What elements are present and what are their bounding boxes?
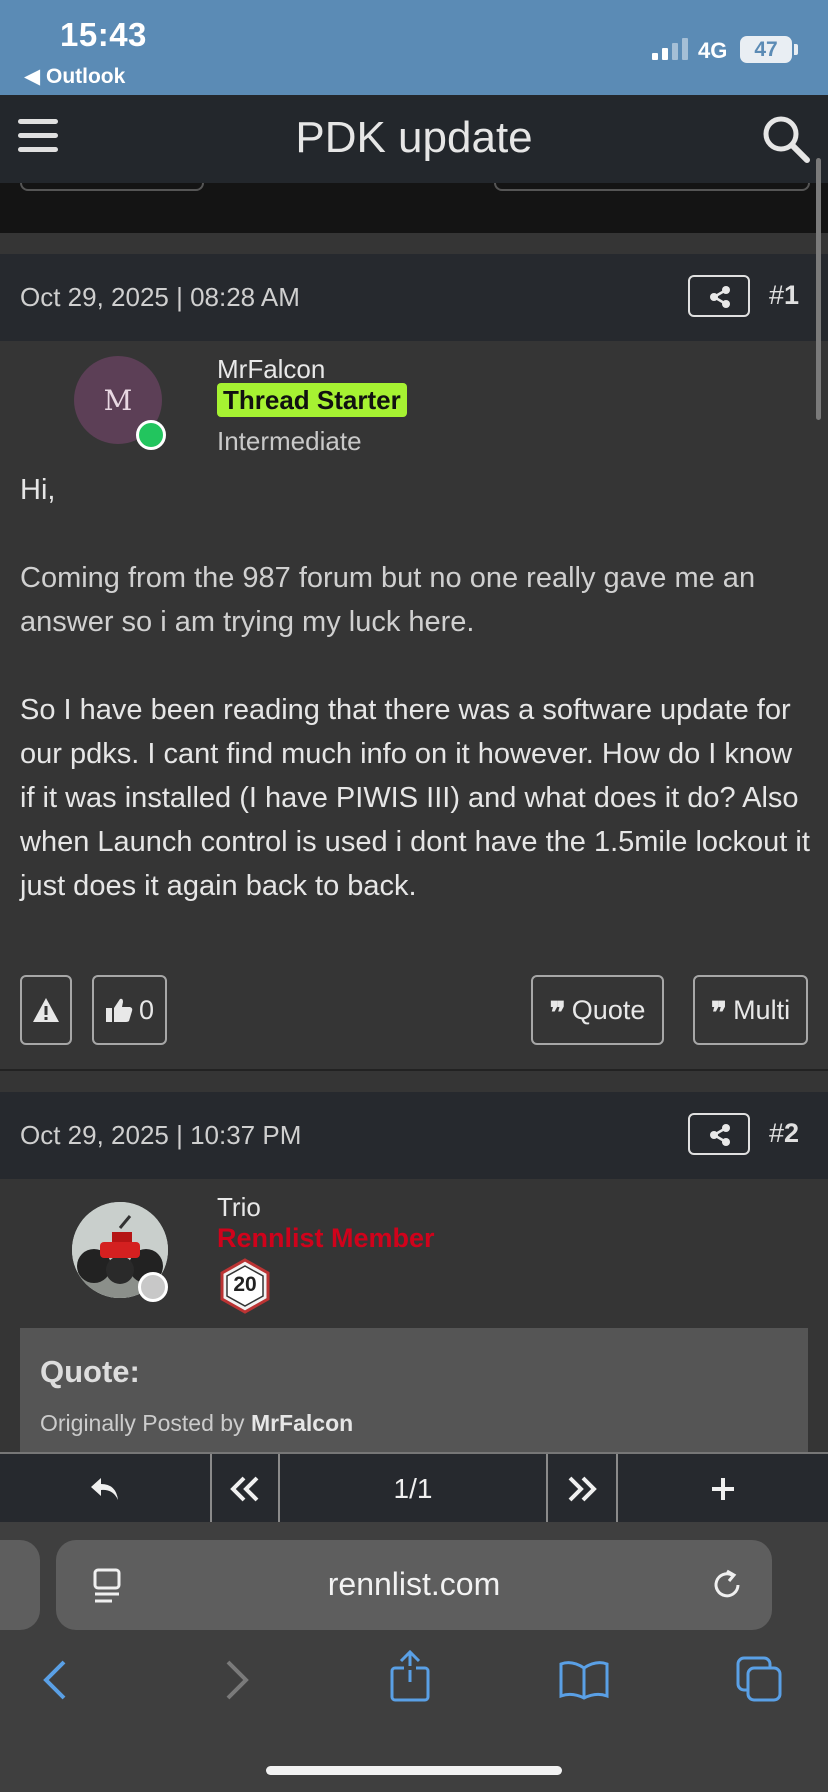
tabs-icon[interactable] — [736, 1656, 784, 1702]
battery-tip — [794, 44, 798, 55]
signal-icon — [652, 38, 688, 60]
plus-icon — [712, 1478, 734, 1500]
reload-icon[interactable] — [710, 1568, 744, 1602]
multi-quote-button[interactable]: ❞ Multi — [693, 975, 808, 1045]
share-button[interactable] — [688, 275, 750, 317]
post-count-badge: 20 — [218, 1258, 272, 1314]
warning-icon — [33, 998, 59, 1022]
author-name[interactable]: MrFalcon — [217, 354, 325, 385]
site-header: PDK update — [0, 95, 828, 183]
post-body: Hi, Coming from the 987 forum but no one… — [20, 468, 810, 908]
thumbs-up-icon — [105, 998, 133, 1022]
post-paragraph: So I have been reading that there was a … — [20, 694, 810, 902]
like-button[interactable]: 0 — [92, 975, 167, 1045]
page-title: PDK update — [295, 113, 533, 162]
quote-icon: ❞ — [549, 996, 566, 1031]
post-date: Oct 29, 2025 | 08:28 AM — [20, 282, 300, 312]
battery-icon: 47 — [740, 36, 792, 63]
post-paragraph: Coming from the 987 forum but no one rea… — [20, 562, 756, 638]
post-header: Oct 29, 2025 | 10:37 PM #2 — [0, 1092, 828, 1179]
member-label: Rennlist Member — [217, 1223, 435, 1253]
status-bar: 15:43 ◀ Outlook 4G 47 — [0, 0, 828, 95]
share-icon — [710, 286, 730, 308]
multi-label: Multi — [733, 994, 791, 1025]
first-page-button[interactable] — [212, 1454, 278, 1524]
avatar-letter: M — [103, 383, 133, 417]
browser-toolbar: rennlist.com — [0, 1522, 828, 1792]
forward-chevron-icon[interactable] — [222, 1658, 252, 1702]
post-header: Oct 29, 2025 | 08:28 AM #1 — [0, 254, 828, 341]
offline-status-indicator — [138, 1272, 168, 1302]
share-sheet-icon[interactable] — [388, 1650, 432, 1704]
back-to-app-link[interactable]: ◀ Outlook — [24, 64, 125, 89]
toolbar-strip — [0, 183, 828, 233]
post-divider — [0, 1069, 828, 1071]
toolbar-button-edge[interactable] — [494, 183, 810, 191]
online-status-indicator — [136, 420, 166, 450]
quote-label: Quote — [571, 994, 646, 1025]
double-chevron-left-icon — [230, 1476, 259, 1502]
report-button[interactable] — [20, 975, 72, 1045]
author-rank: Intermediate — [217, 426, 362, 456]
status-time: 15:43 — [60, 16, 147, 53]
post-date: Oct 29, 2025 | 10:37 PM — [20, 1120, 302, 1150]
reply-button[interactable] — [0, 1454, 210, 1524]
toolbar-button-edge[interactable] — [20, 183, 204, 191]
address-bar[interactable]: rennlist.com — [56, 1540, 772, 1630]
back-chevron-icon[interactable] — [40, 1658, 70, 1702]
last-page-button[interactable] — [548, 1454, 616, 1524]
post-count: 20 — [233, 1273, 257, 1296]
thread-starter-badge: Thread Starter — [217, 383, 407, 417]
new-post-button[interactable] — [618, 1454, 828, 1524]
quote-block: Quote: Originally Posted by MrFalcon — [20, 1328, 808, 1458]
quote-button[interactable]: ❞ Quote — [531, 975, 664, 1045]
home-indicator[interactable] — [266, 1766, 562, 1775]
double-chevron-right-icon — [568, 1476, 597, 1502]
reply-arrow-icon — [91, 1478, 118, 1500]
previous-tab-pill[interactable] — [0, 1540, 40, 1630]
post-paragraph: Hi, — [20, 474, 56, 506]
bookmarks-book-icon[interactable] — [558, 1660, 610, 1700]
pagination-bar: 1/1 — [0, 1452, 828, 1524]
quote-author-link[interactable]: MrFalcon — [251, 1410, 353, 1436]
quote-prefix: Originally Posted by — [40, 1410, 245, 1436]
quote-icon: ❞ — [710, 996, 728, 1031]
search-icon[interactable] — [760, 113, 812, 165]
post-number[interactable]: #2 — [769, 1118, 799, 1149]
url-text: rennlist.com — [327, 1566, 501, 1602]
post-number[interactable]: #1 — [769, 280, 799, 311]
network-type: 4G — [698, 38, 728, 63]
share-icon — [710, 1124, 730, 1146]
quote-attribution: Originally Posted by MrFalcon — [40, 1410, 353, 1437]
quote-heading: Quote: — [40, 1354, 140, 1389]
author-name[interactable]: Trio — [217, 1192, 261, 1223]
like-count: 0 — [138, 994, 155, 1025]
page-indicator[interactable]: 1/1 — [280, 1454, 546, 1524]
scrollbar[interactable] — [816, 158, 821, 420]
share-button[interactable] — [688, 1113, 750, 1155]
